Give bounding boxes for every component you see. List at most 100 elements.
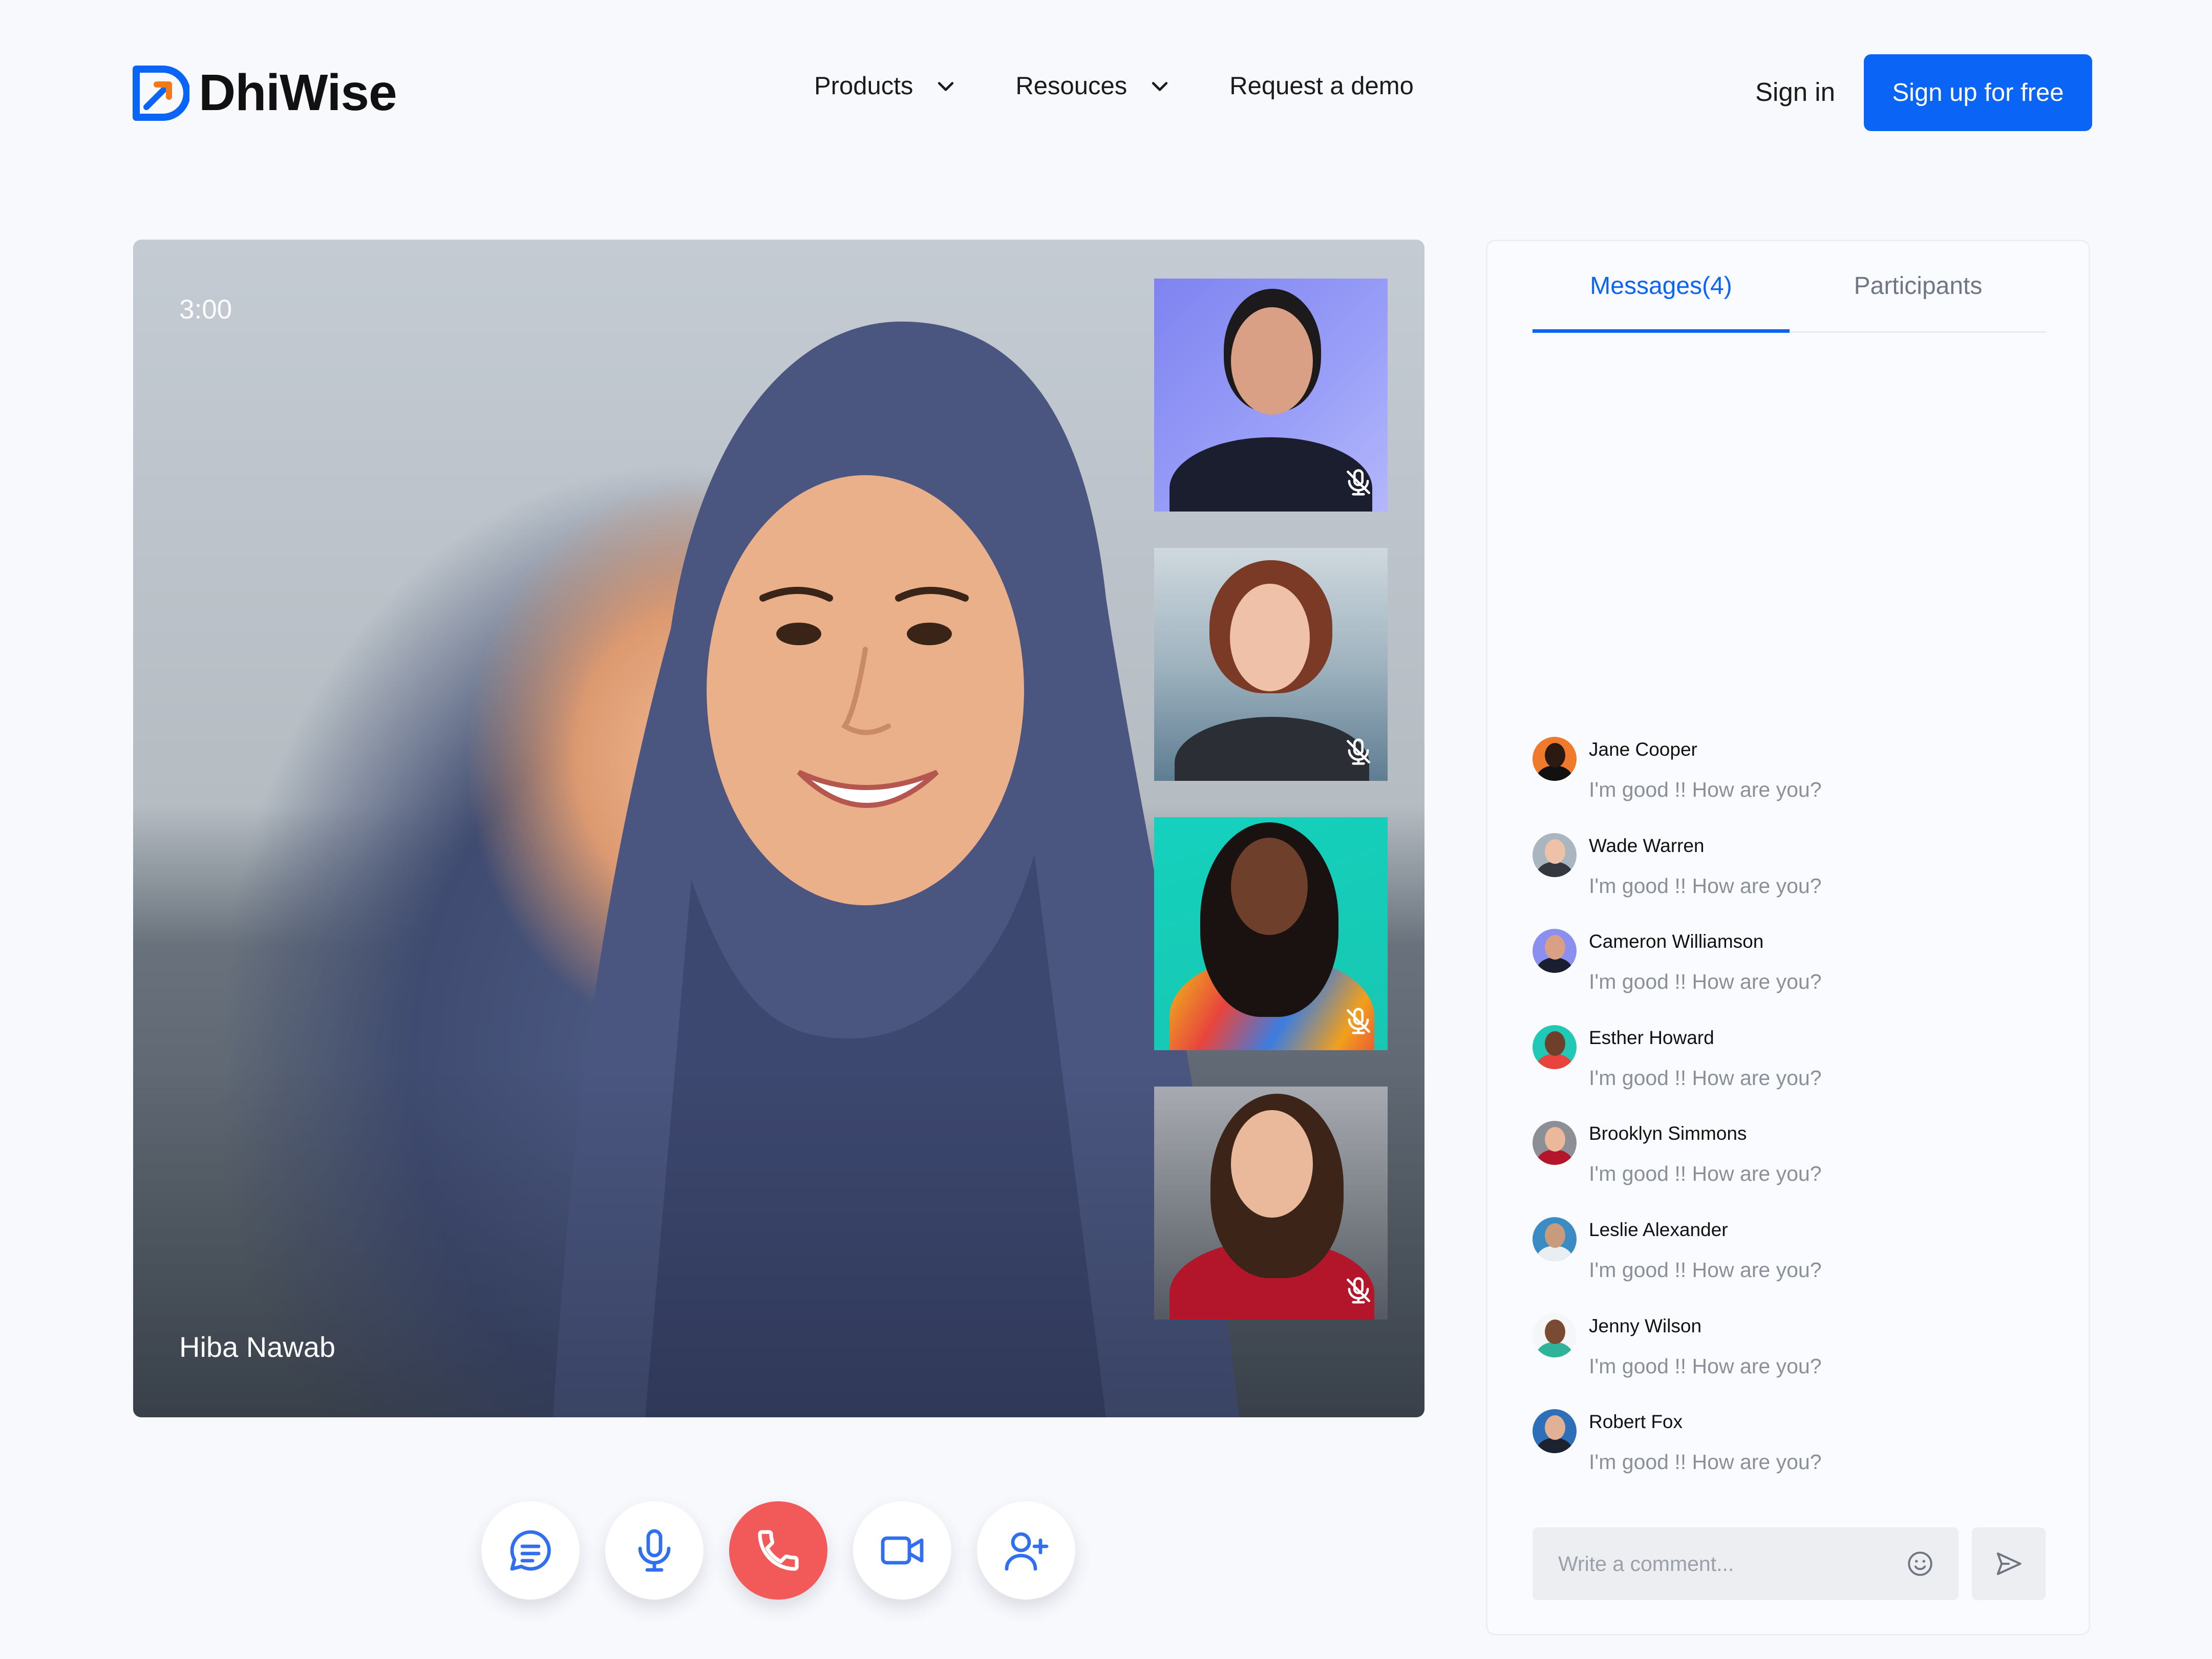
participant-face <box>1231 838 1308 935</box>
nav-resources-label: Resouces <box>1015 72 1128 100</box>
message-author: Cameron Williamson <box>1589 931 1764 952</box>
message-author: Jane Cooper <box>1589 739 1697 760</box>
message-text: I'm good !! How are you? <box>1589 778 1822 801</box>
comment-box <box>1533 1527 1959 1600</box>
avatar <box>1533 1025 1577 1069</box>
send-icon <box>1996 1552 2022 1575</box>
sign-up-button[interactable]: Sign up for free <box>1864 54 2092 131</box>
chat-button[interactable] <box>481 1501 580 1600</box>
brand-name: DhiWise <box>199 64 397 121</box>
message-text: I'm good !! How are you? <box>1589 1354 1822 1378</box>
message-author: Brooklyn Simmons <box>1589 1123 1747 1144</box>
avatar-body <box>1537 958 1572 973</box>
nav-resources[interactable]: Resouces <box>1015 72 1171 100</box>
main-video-feed: 3:00 Hiba Nawab <box>133 240 1424 1417</box>
avatar-body <box>1537 861 1572 877</box>
avatar-face <box>1545 1127 1565 1152</box>
comment-composer <box>1533 1527 2046 1600</box>
nav-request-demo-label: Request a demo <box>1229 72 1414 100</box>
message-text: I'm good !! How are you? <box>1589 874 1822 898</box>
mic-off-icon <box>1347 1277 1370 1304</box>
video-camera-icon <box>881 1536 924 1565</box>
avatar <box>1533 737 1577 781</box>
nav-products-label: Products <box>814 72 913 100</box>
brand-logo[interactable]: DhiWise <box>132 63 397 122</box>
message-text: I'm good !! How are you? <box>1589 970 1822 994</box>
mic-off-icon <box>1347 1008 1370 1034</box>
avatar <box>1533 833 1577 877</box>
participant-tile[interactable] <box>1154 817 1388 1050</box>
tab-messages[interactable]: Messages(4) <box>1533 272 1790 333</box>
tab-participants[interactable]: Participants <box>1790 272 2047 331</box>
mic-off-icon <box>1347 469 1370 496</box>
participant-image <box>1175 717 1369 781</box>
avatar <box>1533 929 1577 973</box>
avatar-face <box>1545 935 1565 960</box>
avatar <box>1533 1409 1577 1454</box>
page: DhiWise Products Resouces Request a demo… <box>0 0 2212 1659</box>
chat-panel: Messages(4) Participants Jane Cooper I'm… <box>1486 240 2090 1635</box>
participant-tile[interactable] <box>1154 1087 1388 1320</box>
speaker-name: Hiba Nawab <box>179 1331 336 1363</box>
mic-off-icon <box>1347 738 1370 765</box>
nav-products[interactable]: Products <box>814 72 957 100</box>
message-item: Brooklyn Simmons I'm good !! How are you… <box>1533 1121 2050 1217</box>
message-author: Wade Warren <box>1589 835 1705 856</box>
end-call-button[interactable] <box>729 1501 827 1600</box>
add-user-icon <box>1005 1532 1049 1571</box>
send-button[interactable] <box>1972 1527 2046 1600</box>
avatar-body <box>1537 1053 1572 1069</box>
message-item: Esther Howard I'm good !! How are you? <box>1533 1025 2050 1121</box>
message-text: I'm good !! How are you? <box>1589 1450 1822 1474</box>
add-participant-button[interactable] <box>977 1501 1075 1600</box>
avatar-body <box>1537 1342 1572 1357</box>
message-item: Cameron Williamson I'm good !! How are y… <box>1533 929 2050 1025</box>
avatar-face <box>1545 1223 1565 1248</box>
message-text: I'm good !! How are you? <box>1589 1066 1822 1090</box>
avatar-face <box>1545 1031 1565 1056</box>
participant-face <box>1230 584 1310 691</box>
message-author: Leslie Alexander <box>1589 1219 1728 1240</box>
message-item: Wade Warren I'm good !! How are you? <box>1533 833 2050 929</box>
emoji-icon[interactable] <box>1905 1549 1935 1579</box>
avatar <box>1533 1217 1577 1261</box>
message-item: Jenny Wilson I'm good !! How are you? <box>1533 1313 2050 1410</box>
call-controls <box>481 1501 1075 1600</box>
message-author: Jenny Wilson <box>1589 1315 1702 1336</box>
call-timer: 3:00 <box>179 294 232 325</box>
participant-image <box>1169 437 1372 512</box>
avatar <box>1533 1313 1577 1357</box>
site-header: DhiWise Products Resouces Request a demo… <box>0 0 2212 184</box>
participant-tile[interactable] <box>1154 548 1388 781</box>
avatar <box>1533 1121 1577 1165</box>
avatar-body <box>1537 1438 1572 1454</box>
main-nav: Products Resouces Request a demo <box>814 72 1414 100</box>
message-author: Robert Fox <box>1589 1411 1683 1433</box>
message-item: Leslie Alexander I'm good !! How are you… <box>1533 1217 2050 1313</box>
message-text: I'm good !! How are you? <box>1589 1162 1822 1186</box>
video-camera-button[interactable] <box>853 1501 951 1600</box>
message-text: I'm good !! How are you? <box>1589 1258 1822 1282</box>
comment-input[interactable] <box>1557 1551 1887 1577</box>
avatar-face <box>1545 1415 1565 1440</box>
participant-face <box>1231 307 1313 415</box>
avatar-body <box>1537 1245 1572 1261</box>
microphone-icon <box>638 1529 671 1572</box>
message-item: Robert Fox I'm good !! How are you? <box>1533 1409 2050 1505</box>
chat-tabs: Messages(4) Participants <box>1533 272 2047 333</box>
avatar-face <box>1545 1319 1565 1344</box>
chevron-down-icon <box>938 82 954 91</box>
chat-icon <box>510 1530 551 1571</box>
message-list: Jane Cooper I'm good !! How are you? Wad… <box>1533 737 2050 1505</box>
nav-request-demo[interactable]: Request a demo <box>1229 72 1414 100</box>
participant-tile[interactable] <box>1154 279 1388 512</box>
participant-face <box>1231 1110 1313 1218</box>
end-call-icon <box>758 1530 799 1571</box>
sign-in-link[interactable]: Sign in <box>1755 77 1835 107</box>
avatar-face <box>1545 839 1565 864</box>
avatar-body <box>1537 765 1572 781</box>
dhiwise-logo-icon <box>133 65 189 121</box>
avatar-body <box>1537 1150 1572 1165</box>
chevron-down-icon <box>1152 82 1168 91</box>
microphone-button[interactable] <box>605 1501 704 1600</box>
